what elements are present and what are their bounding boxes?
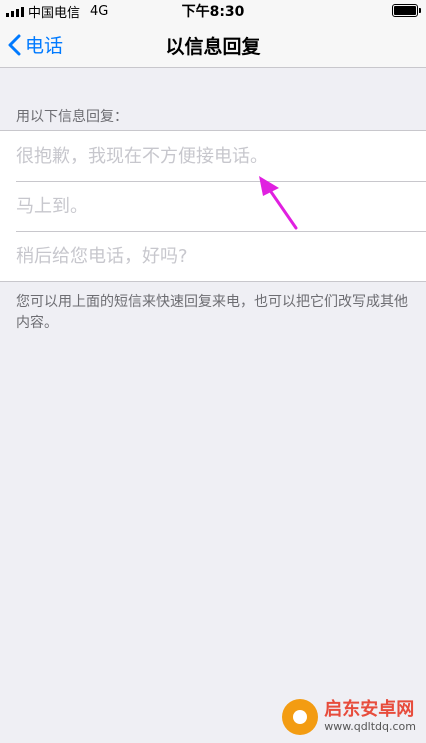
navigation-bar: 电话 以信息回复: [0, 20, 426, 68]
page-title: 以信息回复: [165, 36, 261, 58]
reply-field-2[interactable]: [16, 181, 406, 231]
status-time: 下午8:30: [181, 4, 245, 20]
watermark-logo-icon: [282, 699, 319, 735]
list-item: [0, 231, 426, 281]
watermark-url: www.qdltdq.com: [324, 720, 416, 733]
status-bar: 中国电信 4G 下午8:30: [0, 0, 426, 21]
reply-field-3[interactable]: [16, 231, 406, 281]
watermark-name: 启东安卓网: [324, 699, 415, 720]
list-item: [0, 131, 426, 181]
list-item: [0, 181, 426, 231]
battery-icon: [392, 4, 421, 17]
footer-note: 您可以用上面的短信来快速回复来电，也可以把它们改写成其他内容。: [16, 294, 408, 331]
reply-list: [0, 130, 426, 282]
reply-field-1[interactable]: [16, 131, 406, 181]
section-header: 用以下信息回复：: [16, 109, 128, 125]
watermark-logo: 启东安卓网 www.qdltdq.com: [282, 699, 416, 735]
